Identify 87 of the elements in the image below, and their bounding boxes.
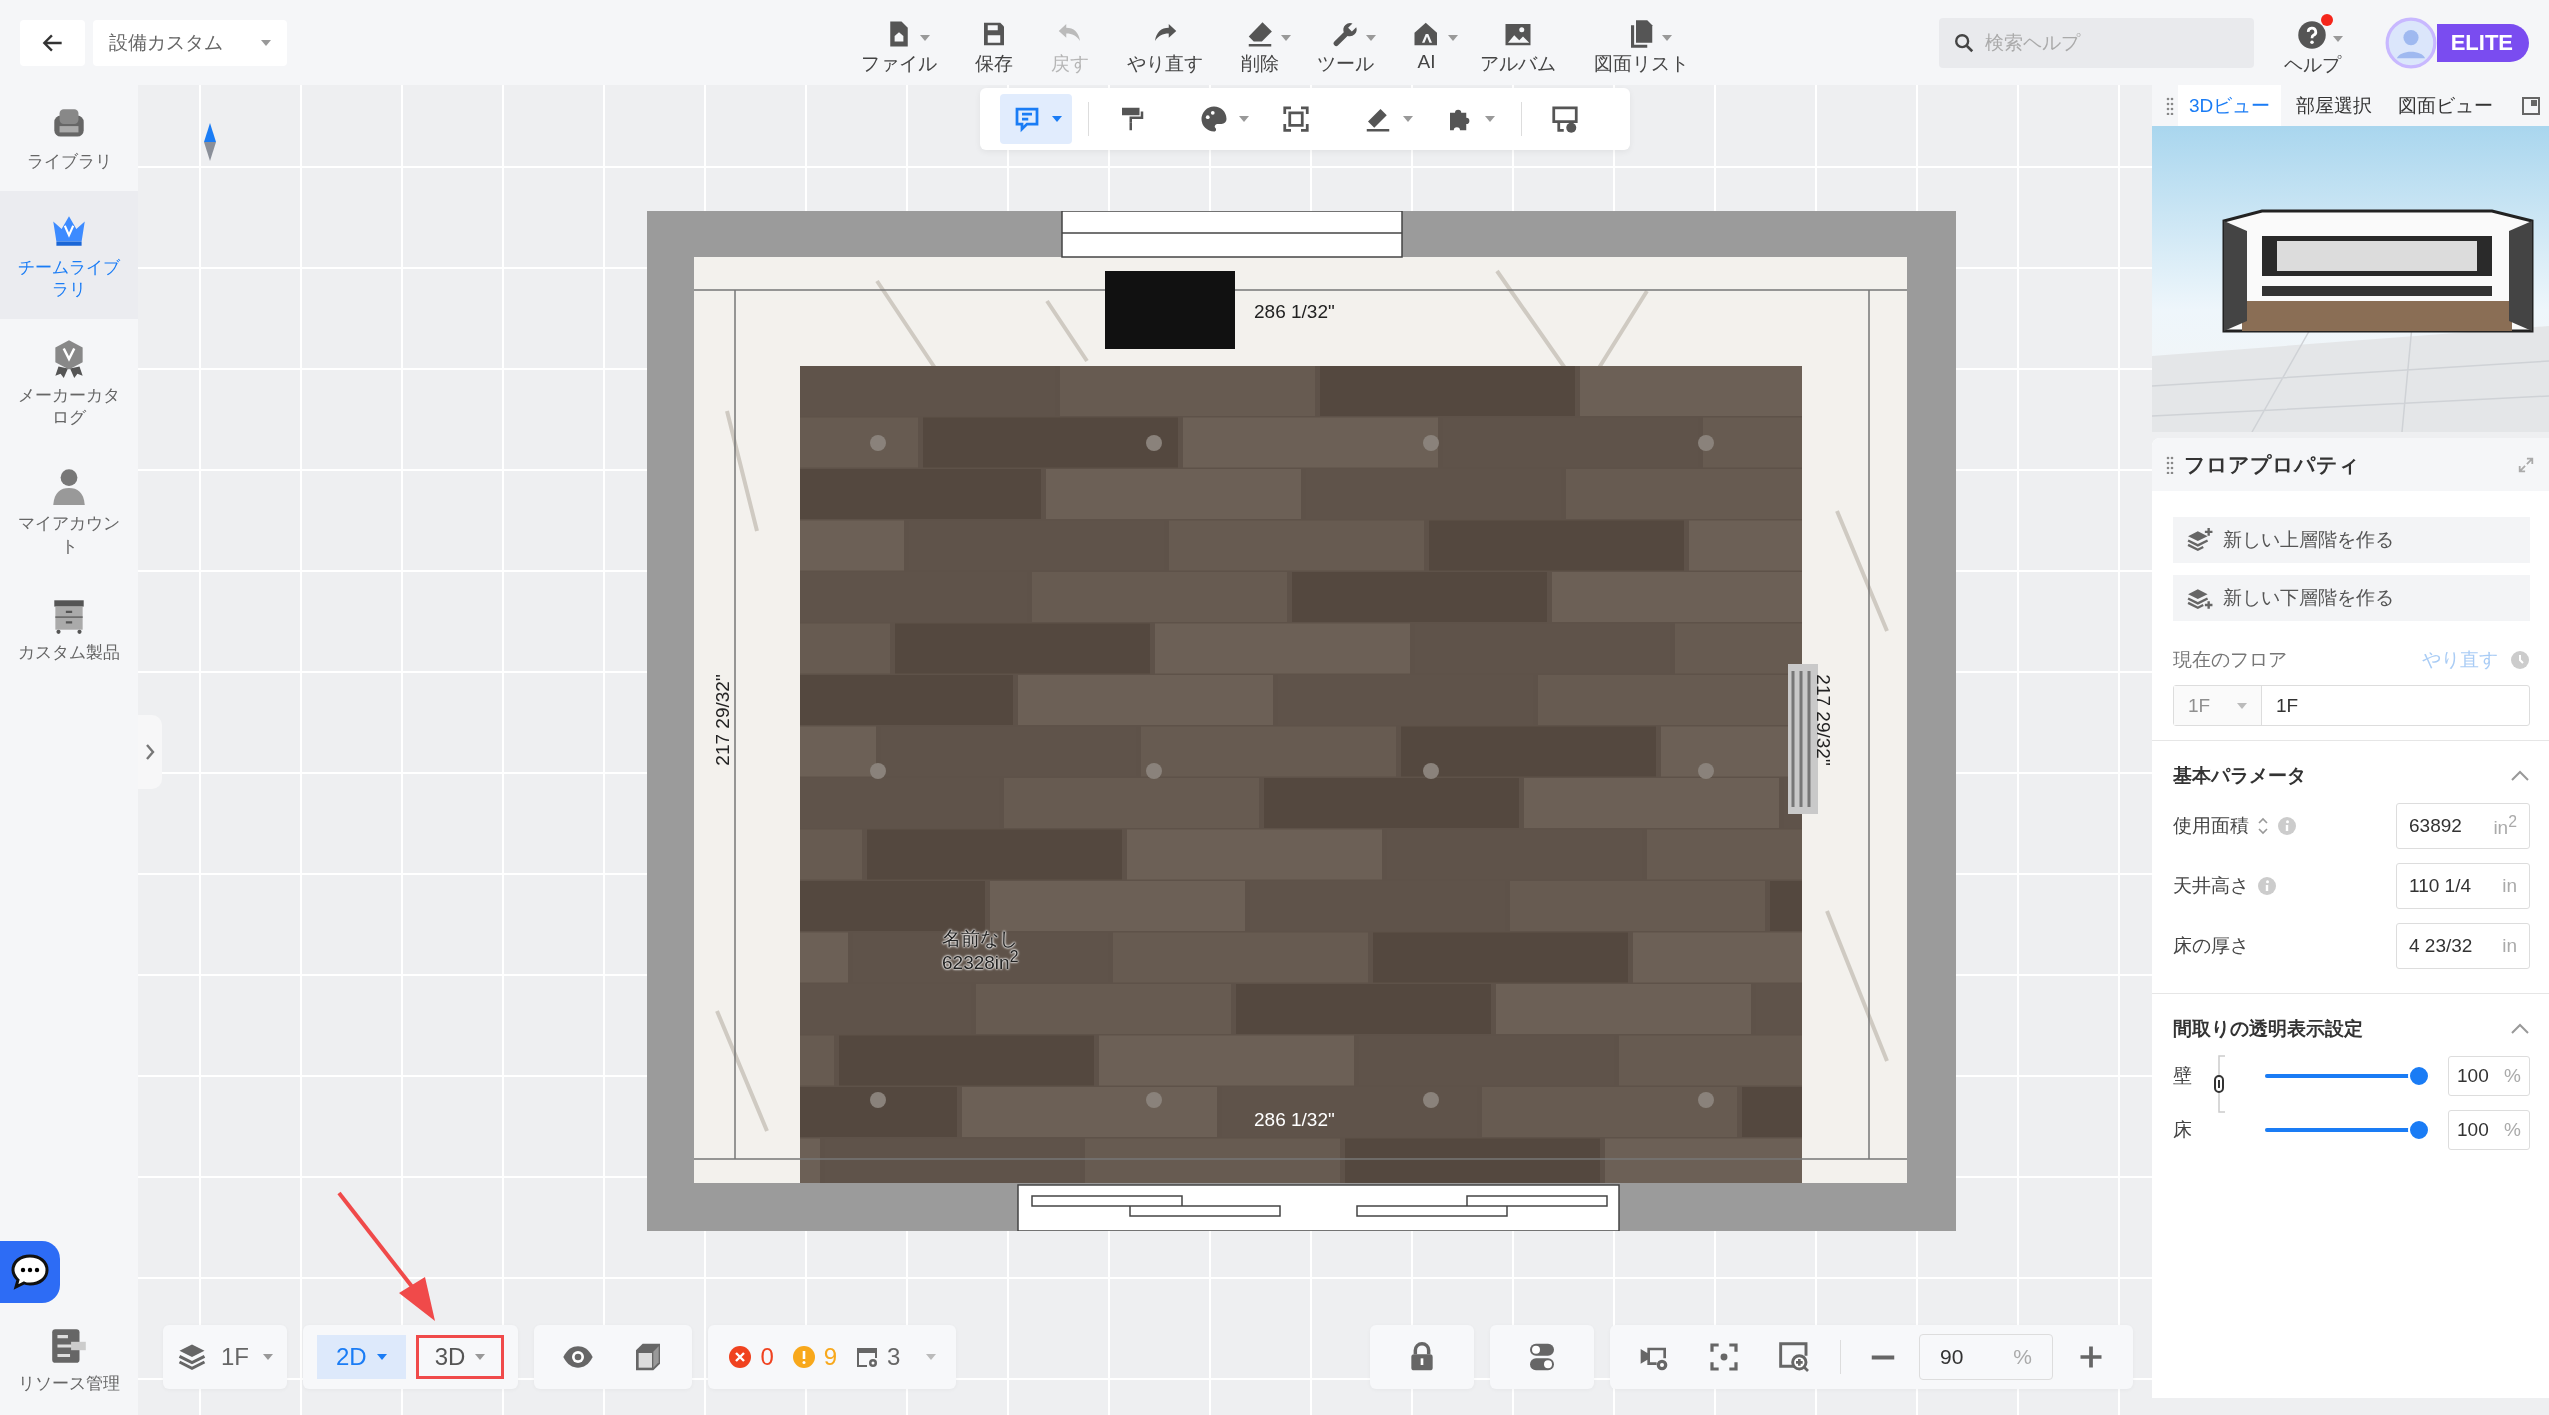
palette-icon [1199,104,1229,134]
toolbar-button[interactable]: アルバム [1467,18,1568,77]
toolbar-button[interactable]: やり直す [1114,18,1215,77]
window-gear-icon [855,1345,880,1369]
percent-field[interactable]: 100 % [2448,1056,2530,1096]
slider-label: 壁 [2173,1064,2193,1088]
panel-title: フロアプロパティ [2184,451,2360,478]
room-name: 名前なし [942,929,1019,949]
chevron-icon[interactable] [2510,770,2530,782]
ceiling-light [870,763,886,779]
field-label: 天井高さ [2173,874,2249,898]
dimension-label: 217 29/32" [711,674,734,766]
sidebar-item[interactable]: チームライブラリ [0,191,138,320]
warning-icon [791,1345,816,1369]
opacity-slider[interactable] [2265,1065,2430,1087]
ceiling-light [1698,1092,1714,1108]
ceiling-light [870,1092,886,1108]
view-tab[interactable]: 部屋選択 [2285,85,2384,126]
section-title: 基本パラメータ [2173,764,2306,788]
sidebar-item[interactable]: リソース管理 [0,1316,138,1415]
ceiling-light [1146,1092,1162,1108]
slider-label: 床 [2173,1118,2193,1142]
help-icon [2297,19,2328,50]
layers-icon [177,1342,207,1372]
opacity-slider[interactable] [2265,1119,2430,1141]
drag-handle-icon [2166,455,2174,474]
back-button[interactable] [20,19,85,66]
ceiling-light [1423,763,1439,779]
toolbar-button[interactable]: 削除 [1228,18,1291,77]
help-button[interactable]: ヘルプ [2283,7,2355,78]
zoom-field[interactable]: 90 % [1919,1334,2053,1380]
error-icon [728,1345,753,1369]
chevron-icon[interactable] [2510,1023,2530,1035]
clock-icon [2510,650,2530,670]
ceiling-light [1698,763,1714,779]
floor-action-button[interactable]: 新しい下層階を作る [2173,575,2530,621]
popout-icon[interactable] [2521,95,2541,116]
layers-plus-icon [2187,527,2213,553]
tool-button[interactable] [1000,94,1072,144]
field-label: 床の厚さ [2173,934,2249,958]
sidebar-item[interactable]: マイアカウント [0,447,138,576]
dimension-label: 286 1/32" [1254,1109,1335,1131]
parameter-field[interactable]: 63892 in$^{2}$ [2396,803,2530,849]
floor-action-button[interactable]: 新しい上層階を作る [2173,517,2530,563]
monitor-icon [1550,104,1580,134]
item-count: 3 [887,1343,901,1371]
room-area: 62328in$^{2}$ [942,948,1019,974]
search-icon [1952,31,1975,54]
compass-icon [203,123,217,161]
dimension-label: 286 1/32" [1254,301,1335,323]
sidebar-item[interactable]: ライブラリ [0,85,138,192]
sidebar-item[interactable]: カスタム製品 [0,575,138,682]
project-title-dropdown[interactable]: 設備カスタム [93,19,287,66]
field-label: 現在のフロア [2173,648,2287,672]
focus-frame-icon [1281,104,1311,134]
ceiling-light [1698,435,1714,451]
ceiling-light [1423,1092,1439,1108]
expand-handle[interactable] [138,715,162,789]
ceiling-light [1146,435,1162,451]
error-count: 0 [760,1343,774,1371]
drag-handle-icon [2166,96,2174,115]
toolbar-button[interactable]: 図面リスト [1581,18,1701,77]
view-tab[interactable]: 図面ビュー [2387,85,2505,126]
sidebar-item[interactable]: メーカーカタログ [0,319,138,448]
parameter-field[interactable]: 110 1/4 in [2396,863,2530,909]
chat-button[interactable] [0,1240,60,1303]
zoom-in-icon [1778,1341,1810,1373]
view-mode-button[interactable]: 3D [415,1335,505,1379]
minus-icon [1871,1354,1895,1360]
toolbar-button[interactable]: ツール [1304,18,1386,77]
view-tab[interactable]: 3Dビュー [2178,85,2282,126]
parameter-field[interactable]: 4 23/32 in [2396,923,2530,969]
membership-badge[interactable]: ELITE [2436,23,2529,62]
sort-icon[interactable] [2257,816,2269,836]
section-title: 間取りの透明表示設定 [2173,1017,2363,1041]
dimension-label: 217 29/32" [1811,674,1834,766]
field-label: 使用面積 [2173,814,2249,838]
ceiling-light [870,435,886,451]
chevron-right-icon [144,742,156,762]
ceiling-light [1423,435,1439,451]
search-field[interactable]: 検索ヘルプ [1938,17,2254,68]
toolbar-button[interactable]: ファイル [848,18,949,77]
toolbar-button[interactable]: 保存 [962,18,1025,77]
ceiling-light [1146,763,1162,779]
warning-count: 9 [823,1343,838,1371]
focus-icon [1708,1341,1740,1373]
percent-field[interactable]: 100 % [2448,1110,2530,1150]
